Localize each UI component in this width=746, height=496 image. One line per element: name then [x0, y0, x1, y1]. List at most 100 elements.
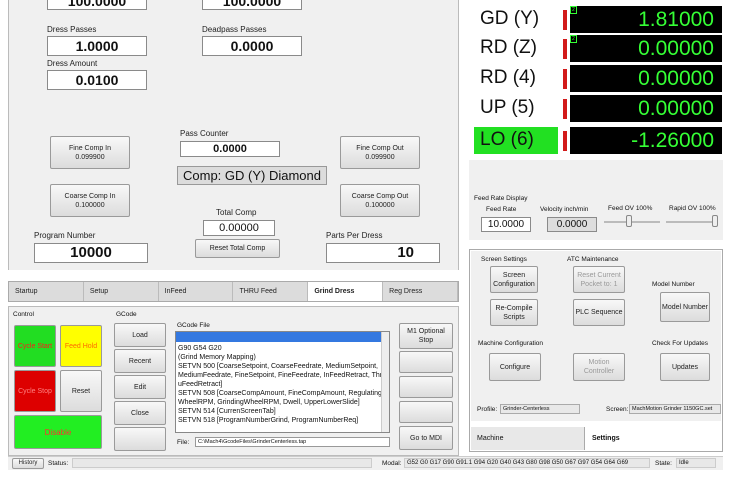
gcode-line: (Grind Memory Mapping) [178, 354, 256, 361]
plc-sequence-button[interactable]: PLC Sequence [573, 299, 625, 326]
gcode-line: MediumFeedrate, FineSetpoint, FineFeedra… [178, 372, 383, 379]
m1-optional-stop-button[interactable]: M1 Optional Stop [399, 323, 453, 349]
gcode-line: SETVN 518 [ProgramNumberGrind, ProgramNu… [178, 417, 359, 424]
gcode-current-line [176, 332, 389, 342]
check-updates-label: Check For Updates [652, 340, 708, 347]
pass-counter-label: Pass Counter [180, 129, 229, 138]
configure-button[interactable]: Configure [489, 353, 541, 381]
gcode-line: G90 G54 G20 [178, 345, 222, 352]
dress-amount-field[interactable]: 0.0100 [47, 70, 147, 90]
total-comp-field: 0.00000 [203, 220, 275, 236]
profile-field: Grinder-Centerless [500, 404, 580, 414]
file-path-field: C:\Mach4\GcodeFiles\GrinderCenterless.ta… [195, 437, 390, 447]
gcode-scrollbar[interactable] [381, 332, 389, 432]
blank-button-2[interactable] [399, 376, 453, 398]
updates-button[interactable]: Updates [660, 353, 710, 381]
dro-value[interactable]: 1.81000 [570, 6, 722, 33]
blank-gcode-button[interactable] [114, 427, 166, 451]
history-button[interactable]: History [12, 458, 44, 469]
velocity-field: 0.0000 [547, 217, 597, 232]
model-number-button[interactable]: Model Number [660, 292, 710, 322]
velocity-label: Velocity inch/min [540, 206, 589, 213]
top-mid-field[interactable]: 100.0000 [202, 0, 302, 10]
fine-comp-in-button[interactable]: Fine Comp In 0.099900 [50, 136, 130, 169]
tab-startup[interactable]: Startup [9, 282, 84, 301]
parts-per-dress-label: Parts Per Dress [326, 231, 383, 240]
tab-grind-dress[interactable]: Grind Dress [308, 282, 384, 301]
blank-button-3[interactable] [399, 401, 453, 423]
coarse-comp-out-button[interactable]: Coarse Comp Out 0.100000 [340, 184, 420, 217]
gcode-file-label: GCode File [177, 322, 210, 329]
dro-value[interactable]: -1.26000 [570, 127, 722, 154]
disable-button[interactable]: Disable [14, 415, 102, 449]
feed-ov-slider[interactable] [604, 221, 660, 223]
reset-total-comp-button[interactable]: Reset Total Comp [195, 239, 280, 258]
go-to-mdi-button[interactable]: Go to MDI [399, 426, 453, 450]
feed-rate-field: 10.0000 [481, 217, 531, 232]
rapid-ov-slider-handle[interactable] [712, 215, 718, 227]
dro-badge: 2 [570, 35, 577, 43]
dro-status-indicator [563, 131, 567, 151]
dro-axis-label: RD (Z) [480, 37, 537, 58]
tab-setup[interactable]: Setup [84, 282, 159, 301]
parts-per-dress-field[interactable]: 10 [326, 243, 440, 263]
dro-status-indicator [563, 39, 567, 59]
cycle-start-button[interactable]: Cycle Start [14, 325, 56, 367]
screen-field: MachMotion Grinder 1150GC.set [629, 404, 721, 414]
dro-axis-label-highlighted: LO (6) [474, 127, 558, 154]
reset-button[interactable]: Reset [60, 370, 102, 412]
modal-label: Modal: [382, 460, 402, 467]
top-left-field[interactable]: 100.0000 [47, 0, 147, 10]
modal-field: G52 G0 G17 G90 G91.1 G94 G20 G40 G43 G80… [404, 458, 650, 468]
blank-button-1[interactable] [399, 351, 453, 373]
atc-maintenance-label: ATC Maintenance [567, 256, 619, 263]
edit-button[interactable]: Edit [114, 375, 166, 399]
load-button[interactable]: Load [114, 323, 166, 347]
gcode-line: SETVN 508 [CoarseCompAmount, FineCompAmo… [178, 390, 382, 397]
file-path-label: File: [177, 439, 190, 446]
cycle-stop-button[interactable]: Cycle Stop [14, 370, 56, 412]
comp-banner: Comp: GD (Y) Diamond [177, 166, 327, 185]
state-label: State: [655, 460, 672, 467]
dro-axis-label: UP (5) [480, 97, 535, 118]
gcode-label: GCode [116, 311, 137, 318]
recent-button[interactable]: Recent [114, 349, 166, 373]
feed-ov-slider-handle[interactable] [626, 215, 632, 227]
tab-machine[interactable]: Machine [471, 427, 585, 450]
gcode-line: SETVN 514 [CurrenScreenTab] [178, 408, 276, 415]
dro-value[interactable]: 0.00000 [570, 65, 722, 92]
dro-status-indicator [563, 69, 567, 89]
tab-reg-dress[interactable]: Reg Dress [383, 282, 458, 301]
gcode-file-viewer[interactable]: G90 G54 G20 (Grind Memory Mapping) SETVN… [175, 331, 390, 433]
feed-rate-label: Feed Rate [486, 206, 517, 213]
screen-configuration-button[interactable]: Screen Configuration [490, 266, 538, 293]
status-label: Status: [48, 460, 69, 467]
rapid-ov-slider[interactable] [666, 221, 718, 223]
reset-pocket-button[interactable]: Reset Current Pocket to: 1 [573, 266, 625, 293]
tab-settings[interactable]: Settings [586, 427, 706, 450]
control-label: Control [13, 311, 34, 318]
gcode-line: SETVN 500 [CoarseSetpoint, CoarseFeedrat… [178, 363, 378, 370]
dro-value[interactable]: 0.00000 [570, 95, 722, 122]
screen-settings-label: Screen Settings [481, 256, 527, 263]
dress-passes-field[interactable]: 1.0000 [47, 36, 147, 56]
program-number-label: Program Number [34, 231, 96, 240]
fine-comp-out-button[interactable]: Fine Comp Out 0.099900 [340, 136, 420, 169]
close-button[interactable]: Close [114, 401, 166, 425]
program-number-field[interactable]: 10000 [34, 243, 148, 263]
feed-hold-button[interactable]: Feed Hold [60, 325, 102, 367]
recompile-scripts-button[interactable]: Re-Compile Scripts [490, 299, 538, 326]
dro-status-indicator [563, 10, 567, 30]
screen-label: Screen: [606, 406, 629, 413]
gcode-line: uFeedRetract] [178, 381, 223, 388]
rapid-ov-label: Rapid OV 100% [669, 205, 716, 212]
coarse-comp-in-button[interactable]: Coarse Comp In 0.100000 [50, 184, 130, 217]
dro-axis-label: RD (4) [480, 67, 536, 88]
deadpass-passes-field[interactable]: 0.0000 [202, 36, 302, 56]
motion-controller-button[interactable]: Motion Controller [573, 353, 625, 381]
tab-thru-feed[interactable]: THRU Feed [233, 282, 309, 301]
tab-infeed[interactable]: InFeed [159, 282, 234, 301]
total-comp-label: Total Comp [216, 208, 257, 217]
dro-value[interactable]: 0.00000 [570, 35, 722, 62]
tab-bar: Startup Setup InFeed THRU Feed Grind Dre… [8, 281, 459, 302]
